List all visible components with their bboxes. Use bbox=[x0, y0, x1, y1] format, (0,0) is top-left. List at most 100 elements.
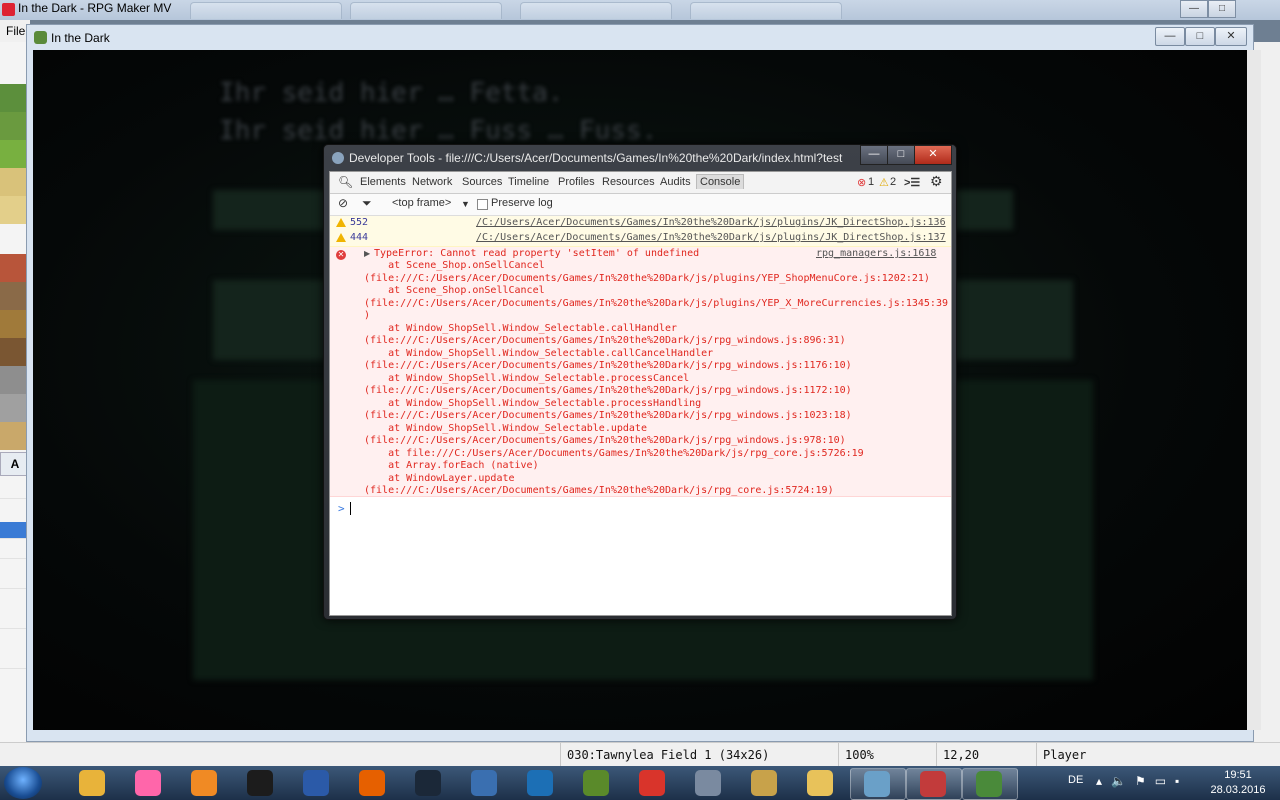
tile[interactable] bbox=[0, 112, 28, 140]
clock-time[interactable]: 19:51 bbox=[1208, 769, 1268, 781]
frame-selector[interactable]: <top frame> bbox=[392, 197, 451, 209]
game-scrollbar[interactable] bbox=[1247, 50, 1261, 730]
taskbar-app-button[interactable] bbox=[402, 768, 456, 798]
taskbar-app-button[interactable] bbox=[850, 768, 906, 800]
warning-source-link[interactable]: /C:/Users/Acer/Documents/Games/In%20the%… bbox=[476, 232, 946, 244]
warning-count-icon[interactable]: ⚠ bbox=[879, 176, 889, 189]
stack-trace-line[interactable]: (file:///C:/Users/Acer/Documents/Games/I… bbox=[364, 360, 852, 373]
outer-minimize-button[interactable]: — bbox=[1180, 0, 1208, 18]
taskbar-app-button[interactable] bbox=[66, 768, 120, 798]
status-bar: 030:Tawnylea Field 1 (34x26) 100% 12,20 … bbox=[0, 742, 1280, 767]
tile[interactable] bbox=[0, 394, 28, 422]
tab-console[interactable]: Console bbox=[696, 174, 745, 189]
tile[interactable] bbox=[0, 338, 28, 366]
taskbar-app-button[interactable] bbox=[178, 768, 232, 798]
tile[interactable] bbox=[0, 140, 28, 168]
console-error-entry: ✕ ▶ TypeError: Cannot read property 'set… bbox=[330, 247, 951, 497]
devtools-close-button[interactable]: ✕ bbox=[914, 145, 952, 165]
tab-audits[interactable]: Audits bbox=[660, 176, 691, 188]
notepad-icon bbox=[471, 770, 497, 796]
chevron-down-icon[interactable]: ▼ bbox=[461, 199, 470, 209]
expand-triangle-icon[interactable]: ▶ bbox=[364, 249, 370, 258]
devtools-maximize-button[interactable]: □ bbox=[887, 145, 915, 165]
taskbar-app-button[interactable] bbox=[570, 768, 624, 798]
devtools-body: 🔍︎ Elements Network Sources Timeline Pro… bbox=[329, 171, 952, 616]
stack-trace-line[interactable]: (file:///C:/Users/Acer/Documents/Games/I… bbox=[364, 435, 846, 448]
stack-trace-line: at Window_ShopSell.Window_Selectable.pro… bbox=[364, 397, 702, 409]
tile[interactable] bbox=[0, 310, 28, 338]
outer-maximize-button[interactable]: □ bbox=[1208, 0, 1236, 18]
menu-file[interactable]: File bbox=[6, 24, 25, 38]
map-tree-row[interactable] bbox=[0, 572, 28, 589]
firefox-icon bbox=[359, 770, 385, 796]
clear-console-icon[interactable]: ⊘ bbox=[338, 196, 348, 210]
taskbar-app-button[interactable] bbox=[738, 768, 792, 798]
start-button[interactable] bbox=[4, 767, 42, 799]
game-maximize-button[interactable]: □ bbox=[1185, 27, 1215, 46]
taskbar-app-button[interactable] bbox=[234, 768, 288, 798]
filter-icon[interactable]: ⏷ bbox=[362, 196, 372, 211]
language-indicator[interactable]: DE bbox=[1068, 774, 1083, 786]
browser-tab[interactable] bbox=[350, 2, 502, 19]
tile[interactable] bbox=[0, 254, 28, 282]
tile[interactable] bbox=[0, 84, 28, 112]
error-source-link[interactable]: rpg_managers.js:1618 bbox=[816, 248, 936, 259]
tab-elements[interactable]: Elements bbox=[360, 176, 406, 188]
browser-tab[interactable] bbox=[690, 2, 842, 19]
taskbar-app-button[interactable] bbox=[514, 768, 568, 798]
error-icon: ✕ bbox=[336, 250, 346, 260]
stack-trace-line[interactable]: (file:///C:/Users/Acer/Documents/Games/I… bbox=[364, 385, 852, 398]
error-count[interactable]: 1 bbox=[868, 176, 874, 188]
browser-tab[interactable] bbox=[520, 2, 672, 19]
stack-trace-line[interactable]: (file:///C:/Users/Acer/Documents/Games/I… bbox=[364, 298, 948, 311]
stack-trace-line[interactable]: at file:///C:/Users/Acer/Documents/Games… bbox=[364, 448, 864, 461]
stack-trace-line[interactable]: (file:///C:/Users/Acer/Documents/Games/I… bbox=[364, 410, 852, 423]
tile[interactable] bbox=[0, 282, 28, 310]
console-input[interactable] bbox=[350, 502, 351, 515]
taskbar-app-button[interactable] bbox=[906, 768, 962, 800]
tab-sources[interactable]: Sources bbox=[462, 176, 502, 188]
stack-trace-line[interactable]: (file:///C:/Users/Acer/Documents/Games/I… bbox=[364, 485, 834, 498]
console-output[interactable]: 552 /C:/Users/Acer/Documents/Games/In%20… bbox=[330, 216, 951, 615]
tile[interactable] bbox=[0, 366, 28, 394]
stack-trace-line[interactable]: (file:///C:/Users/Acer/Documents/Games/I… bbox=[364, 335, 846, 348]
steam-icon bbox=[415, 770, 441, 796]
warning-count[interactable]: 2 bbox=[890, 176, 896, 188]
taskbar-app-button[interactable] bbox=[290, 768, 344, 798]
league-icon bbox=[751, 770, 777, 796]
tab-resources[interactable]: Resources bbox=[602, 176, 655, 188]
taskbar-app-button[interactable] bbox=[962, 768, 1018, 800]
map-tree-row-selected[interactable] bbox=[0, 522, 28, 539]
stack-trace-line[interactable]: (file:///C:/Users/Acer/Documents/Games/I… bbox=[364, 273, 930, 286]
drawer-toggle-icon[interactable]: >☰ bbox=[904, 176, 920, 189]
map-tree-row[interactable] bbox=[0, 612, 28, 629]
taskbar-app-button[interactable] bbox=[122, 768, 176, 798]
taskbar-app-button[interactable] bbox=[346, 768, 400, 798]
blurred-game-text: Ihr seid hier … Fuss … Fuss. bbox=[219, 116, 658, 146]
error-count-icon[interactable]: ⊗ bbox=[857, 176, 866, 189]
tab-network[interactable]: Network bbox=[412, 176, 452, 188]
tile[interactable] bbox=[0, 422, 28, 450]
map-tree-row[interactable] bbox=[0, 652, 28, 669]
game-minimize-button[interactable]: — bbox=[1155, 27, 1185, 46]
game-close-button[interactable]: ✕ bbox=[1215, 27, 1247, 46]
warning-source-link[interactable]: /C:/Users/Acer/Documents/Games/In%20the%… bbox=[476, 217, 946, 229]
map-tree-row[interactable] bbox=[0, 542, 28, 559]
search-icon[interactable]: 🔍︎ bbox=[338, 175, 353, 189]
tile[interactable] bbox=[0, 196, 28, 224]
tile[interactable] bbox=[0, 168, 28, 196]
console-prompt-chevron: > bbox=[338, 502, 345, 515]
settings-gear-icon[interactable]: ⚙ bbox=[930, 173, 943, 190]
devtools-minimize-button[interactable]: — bbox=[860, 145, 888, 165]
preserve-log-checkbox[interactable] bbox=[477, 199, 488, 210]
taskbar-app-button[interactable] bbox=[626, 768, 680, 798]
taskbar-app-button[interactable] bbox=[458, 768, 512, 798]
tray-icons[interactable]: ▴🔈⚑▭▪ bbox=[1096, 774, 1188, 788]
tab-timeline[interactable]: Timeline bbox=[508, 176, 549, 188]
map-tree-row[interactable] bbox=[0, 482, 28, 499]
taskbar-app-button[interactable] bbox=[682, 768, 736, 798]
tab-profiles[interactable]: Profiles bbox=[558, 176, 595, 188]
clock-date[interactable]: 28.03.2016 bbox=[1202, 784, 1274, 796]
browser-tab[interactable] bbox=[190, 2, 342, 19]
taskbar-app-button[interactable] bbox=[794, 768, 848, 798]
